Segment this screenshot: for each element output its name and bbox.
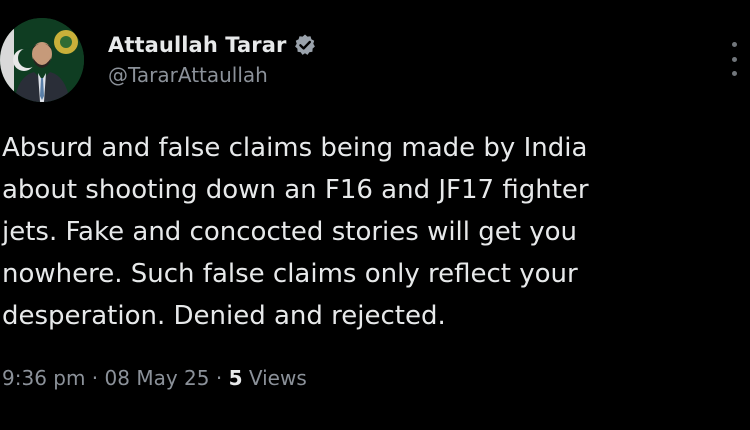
tweet-card: Attaullah Tarar @TararAttaullah Absurd a… — [0, 0, 750, 430]
tweet-text-line: desperation. Denied and rejected. — [2, 301, 446, 331]
tweet-text-line: about shooting down an F16 and JF17 figh… — [2, 175, 589, 205]
tweet-time[interactable]: 9:36 pm — [2, 366, 85, 390]
tweet-text-line: jets. Fake and concocted stories will ge… — [2, 217, 577, 247]
avatar[interactable] — [0, 18, 84, 102]
tweet-text-line: Absurd and false claims being made by In… — [2, 133, 588, 163]
meta-separator: · — [209, 366, 229, 390]
author-handle[interactable]: @TararAttaullah — [108, 63, 317, 87]
more-vertical-icon — [731, 42, 737, 47]
tweet-text: Absurd and false claims being made by In… — [2, 127, 742, 337]
more-options-button[interactable] — [725, 42, 743, 76]
views-count[interactable]: 5 — [229, 366, 243, 390]
more-vertical-icon-dot — [731, 71, 737, 76]
meta-separator: · — [85, 366, 105, 390]
tweet-meta: 9:36 pm · 08 May 25 · 5 Views — [2, 366, 307, 390]
views-label: Views — [242, 366, 307, 390]
author-block[interactable]: Attaullah Tarar @TararAttaullah — [108, 30, 317, 87]
display-name-row: Attaullah Tarar — [108, 30, 317, 60]
tweet-text-line: nowhere. Such false claims only reflect … — [2, 259, 578, 289]
author-display-name[interactable]: Attaullah Tarar — [108, 33, 286, 57]
more-vertical-icon-dot — [731, 56, 737, 62]
verified-badge-icon — [293, 33, 317, 57]
tweet-date[interactable]: 08 May 25 — [105, 366, 210, 390]
avatar-image — [0, 18, 84, 102]
